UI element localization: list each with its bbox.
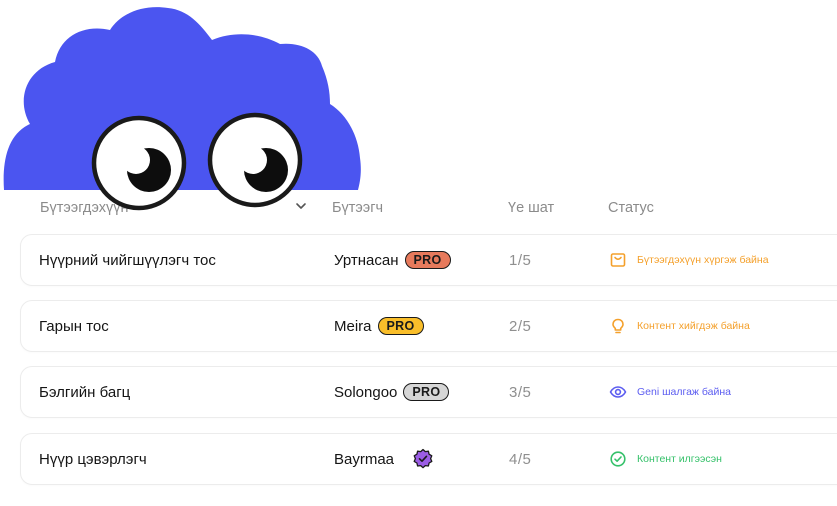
status-text: Geni шалгаж байна xyxy=(637,386,731,398)
pro-badge: PRO xyxy=(404,251,451,269)
status-text: Бүтээгдэхүүн хүргэж байна xyxy=(637,254,769,266)
product-name: Бэлгийн багц xyxy=(39,383,131,401)
table-row[interactable]: Бэлгийн багц Solongoo PRO 3/5 Geni шалга… xyxy=(20,366,837,418)
status-cell: Geni шалгаж байна xyxy=(609,367,731,417)
maker-name: Meira xyxy=(334,317,372,335)
column-header-status: Статус xyxy=(608,200,654,216)
maker-name: Solongoo xyxy=(334,383,398,401)
status-cell: Контент илгээсэн xyxy=(609,434,722,484)
status-text: Контент хийгдэж байна xyxy=(637,320,750,332)
eye-icon xyxy=(609,383,627,401)
table-row[interactable]: Нүүрний чийгшүүлэгч тос Уртнасан PRO 1/5… xyxy=(20,234,837,286)
maker-cell: Meira PRO xyxy=(334,301,424,351)
right-eye xyxy=(207,112,303,208)
column-header-stage: Үе шат xyxy=(508,200,555,216)
maker-cell: Уртнасан PRO xyxy=(334,235,451,285)
stage-value: 3/5 xyxy=(509,383,532,401)
maker-cell: Bayrmaa xyxy=(334,434,434,484)
package-icon xyxy=(609,251,627,269)
product-name: Нүүрний чийгшүүлэгч тос xyxy=(39,251,216,269)
product-name: Гарын тос xyxy=(39,317,109,335)
stage-value: 1/5 xyxy=(509,251,532,269)
product-name: Нүүр цэвэрлэгч xyxy=(39,450,147,468)
mascot-illustration xyxy=(3,7,361,211)
stage-value: 2/5 xyxy=(509,317,532,335)
maker-name: Bayrmaa xyxy=(334,450,395,468)
page: Бүтээгдэхүүн Бүтээгч Үе шат Статус Нүүрн… xyxy=(0,0,837,506)
left-eye xyxy=(91,115,187,211)
status-text: Контент илгээсэн xyxy=(637,453,722,465)
table-row[interactable]: Гарын тос Meira PRO 2/5 Контент хийгдэж … xyxy=(20,300,837,352)
table-row[interactable]: Нүүр цэвэрлэгч Bayrmaa 4/5 Контент илгээ… xyxy=(20,433,837,485)
verified-badge-icon xyxy=(412,448,434,470)
stage-value: 4/5 xyxy=(509,450,532,468)
pro-badge: PRO xyxy=(377,317,424,335)
maker-name: Уртнасан xyxy=(334,251,399,269)
check-circle-icon xyxy=(609,450,627,468)
status-cell: Бүтээгдэхүүн хүргэж байна xyxy=(609,235,769,285)
pro-badge: PRO xyxy=(403,383,450,401)
status-cell: Контент хийгдэж байна xyxy=(609,301,750,351)
maker-cell: Solongoo PRO xyxy=(334,367,450,417)
lightbulb-icon xyxy=(609,317,627,335)
